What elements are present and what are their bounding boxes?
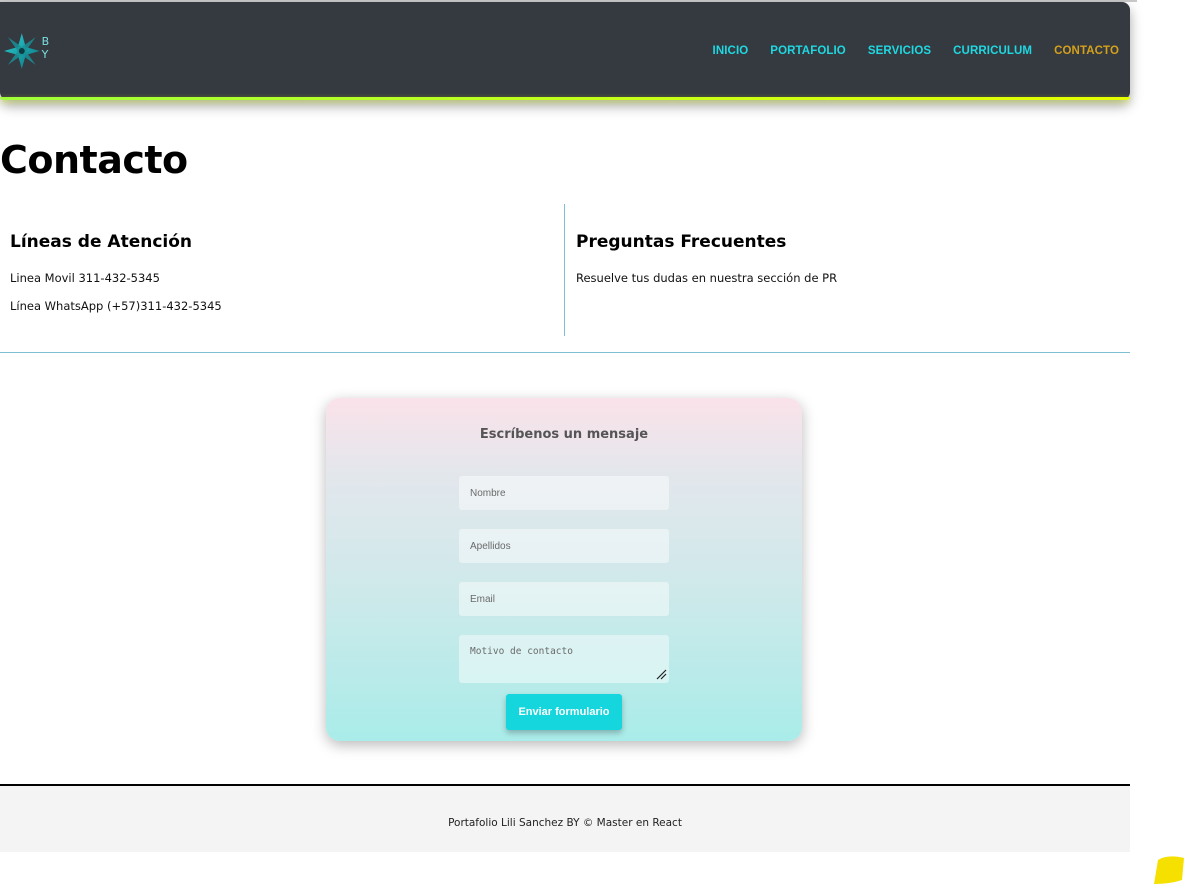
navbar: B Y INICIO PORTAFOLIO SERVICIOS CURRICUL…: [0, 2, 1130, 100]
submit-button[interactable]: Enviar formulario: [506, 694, 622, 730]
brand-logo[interactable]: B Y: [2, 30, 74, 72]
yellow-shape-icon: [1154, 856, 1184, 884]
nav-portafolio[interactable]: PORTAFOLIO: [770, 45, 846, 57]
attention-lines-heading: Líneas de Atención: [10, 232, 193, 252]
logo-text: B Y: [41, 35, 55, 61]
apellidos-input[interactable]: [459, 529, 669, 563]
nav-servicios[interactable]: SERVICIOS: [868, 45, 931, 57]
attention-lines-column: Líneas de Atención Linea Movil 311-432-5…: [0, 204, 565, 336]
nombre-input[interactable]: [459, 476, 669, 510]
footer-text: Portafolio Lili Sanchez BY © Master en R…: [448, 817, 682, 829]
whatsapp-line-text: Línea WhatsApp (+57)311-432-5345: [10, 299, 222, 313]
faq-heading: Preguntas Frecuentes: [576, 232, 787, 252]
form-title: Escríbenos un mensaje: [479, 427, 649, 442]
mobile-line-text: Linea Movil 311-432-5345: [10, 271, 160, 285]
nav-contacto[interactable]: CONTACTO: [1054, 45, 1119, 57]
page-title: Contacto: [0, 138, 188, 182]
faq-text: Resuelve tus dudas en nuestra sección de…: [576, 271, 838, 285]
nav-inicio[interactable]: INICIO: [713, 45, 749, 57]
contact-info-section: Líneas de Atención Linea Movil 311-432-5…: [0, 204, 1130, 353]
main-nav: INICIO PORTAFOLIO SERVICIOS CURRICULUM C…: [691, 45, 1119, 57]
contact-form-card: Escríbenos un mensaje Enviar formulario: [326, 398, 802, 741]
faq-column: Preguntas Frecuentes Resuelve tus dudas …: [576, 204, 1116, 336]
navbar-glow-line: [0, 97, 1130, 100]
nav-curriculum[interactable]: CURRICULUM: [953, 45, 1032, 57]
email-input[interactable]: [459, 582, 669, 616]
resize-handle-icon[interactable]: [655, 668, 667, 680]
footer: Portafolio Lili Sanchez BY © Master en R…: [0, 784, 1130, 852]
star-logo-icon: [3, 33, 40, 69]
motivo-textarea[interactable]: [459, 635, 669, 683]
